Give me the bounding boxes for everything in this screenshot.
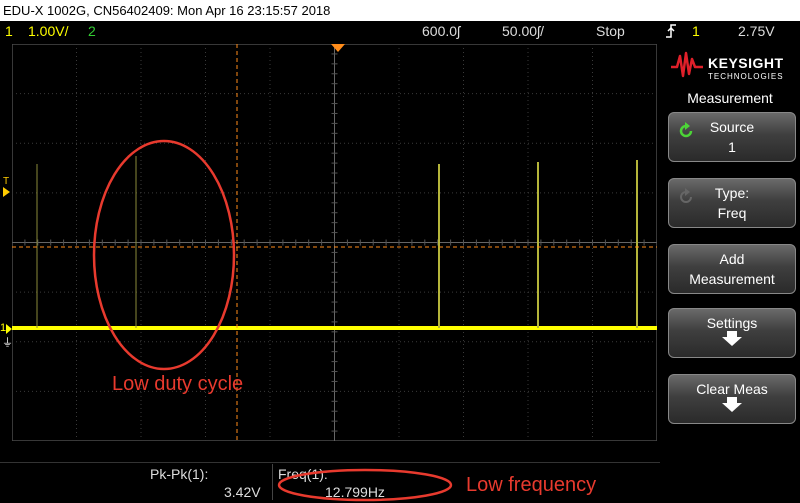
duty-cycle-annotation: Low duty cycle: [112, 373, 244, 395]
ground-icon: ⏚: [2, 337, 13, 349]
keysight-wave-icon: [671, 51, 703, 78]
source-softkey[interactable]: Source 1: [668, 112, 796, 162]
add-label: Add: [719, 251, 745, 267]
brand-name: KEYSIGHT: [708, 55, 784, 71]
pkpk-label: Pk-Pk(1):: [150, 466, 209, 482]
trigger-level-arrow-icon: [3, 187, 10, 197]
settings-label: Settings: [706, 315, 758, 331]
sample-rate: 600.0ʃ: [422, 23, 461, 39]
title-bar: EDU-X 1002G, CN56402409: Mon Apr 16 23:1…: [0, 0, 800, 21]
menu-title: Measurement: [687, 90, 773, 106]
brand-sub: TECHNOLOGIES: [708, 72, 784, 81]
softkey-panel: KEYSIGHT TECHNOLOGIES Measurement Source…: [660, 44, 800, 503]
measurement-bar: Pk-Pk(1): 3.42V Freq(1): 12.799Hz Low fr…: [0, 462, 660, 503]
clear-meas-softkey[interactable]: Clear Meas: [668, 374, 796, 424]
type-label: Type:: [714, 185, 750, 201]
add-label-2: Measurement: [689, 271, 775, 287]
pkpk-value: 3.42V: [224, 484, 261, 500]
ch1-ground-arrow-icon: [6, 324, 12, 334]
source-value: 1: [728, 139, 736, 155]
ch1-label[interactable]: 1: [5, 21, 13, 42]
title-text: EDU-X 1002G, CN56402409: Mon Apr 16 23:1…: [3, 3, 331, 18]
ch1-scale[interactable]: 1.00V/: [28, 21, 68, 42]
duty-cycle-ellipse: [92, 139, 236, 371]
add-measurement-softkey[interactable]: Add Measurement: [668, 244, 796, 294]
type-value: Freq: [717, 205, 747, 221]
time-scale[interactable]: 50.00ʃ/: [502, 21, 544, 42]
divider: [0, 462, 660, 463]
divider: [272, 464, 273, 500]
settings-softkey[interactable]: Settings: [668, 308, 796, 358]
status-bar: 1 1.00V/ 2 600.0ʃ 50.00ʃ/ Stop 1 2.75V: [0, 21, 800, 42]
source-label: Source: [709, 119, 755, 135]
run-state[interactable]: Stop: [596, 21, 625, 42]
trigger-source[interactable]: 1: [692, 21, 700, 42]
trigger-level[interactable]: 2.75V: [738, 21, 775, 42]
trigger-level-marker[interactable]: T: [3, 176, 9, 187]
keysight-logo: KEYSIGHT TECHNOLOGIES: [670, 50, 800, 90]
ch2-label[interactable]: 2: [88, 21, 96, 42]
type-softkey[interactable]: Type: Freq: [668, 178, 796, 228]
frequency-annotation: Low frequency: [466, 474, 597, 496]
frequency-ellipse: [277, 468, 453, 502]
submenu-arrow-icon: [722, 331, 742, 346]
submenu-arrow-icon: [722, 397, 742, 412]
clear-meas-label: Clear Meas: [696, 381, 768, 397]
